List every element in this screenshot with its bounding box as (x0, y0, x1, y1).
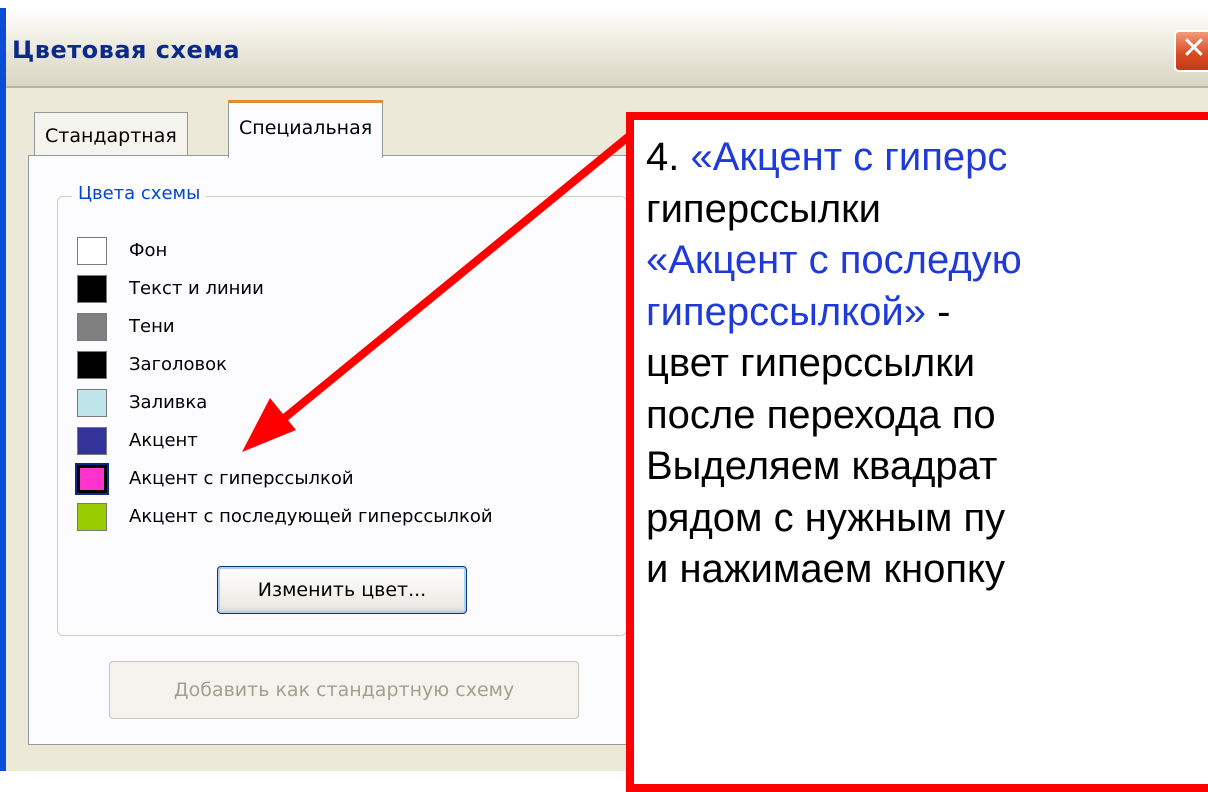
swatch-accent-followed-hyperlink[interactable] (77, 503, 107, 531)
step-number: 4. (646, 135, 691, 179)
callout-line: и нажимаем кнопку (646, 547, 1005, 591)
swatch-title[interactable] (77, 351, 107, 379)
label-accent-followed-hyperlink: Акцент с последующей гиперссылкой (129, 506, 493, 527)
close-button[interactable]: ✕ (1174, 30, 1208, 72)
label-accent: Акцент (129, 430, 198, 451)
swatch-text-lines[interactable] (77, 275, 107, 303)
callout-line: гиперссылкой» - (646, 287, 1208, 339)
callout-line-suffix: - (937, 289, 951, 334)
callout-line-text: «Акцент с гиперс (690, 135, 1008, 179)
tab-panel-special: Цвета схемы Фон Текст и линии Тени Загол… (28, 155, 708, 745)
callout-line: после перехода по (646, 392, 996, 437)
swatch-shadows[interactable] (77, 313, 107, 341)
swatch-background[interactable] (77, 237, 107, 265)
callout-line-text: гиперссылкой» (646, 289, 938, 334)
label-background: Фон (129, 240, 168, 261)
label-fill: Заливка (129, 392, 208, 413)
swatch-accent[interactable] (77, 427, 107, 455)
callout-line: Выделяем квадрат (646, 444, 998, 488)
tab-standard[interactable]: Стандартная (34, 112, 188, 156)
label-shadows: Тени (129, 316, 175, 337)
label-title: Заголовок (129, 354, 228, 375)
tab-special[interactable]: Специальная (228, 100, 384, 158)
callout-line: рядом с нужным пу (646, 495, 1006, 540)
change-color-button[interactable]: Изменить цвет... (217, 566, 467, 614)
callout-text: 4. «Акцент с гиперс гиперссылки «Акцент … (646, 132, 1208, 596)
add-as-standard-button[interactable]: Добавить как стандартную схему (109, 661, 579, 719)
label-text-lines: Текст и линии (129, 278, 264, 299)
callout-line: цвет гиперссылки (646, 341, 976, 385)
dialog-title: Цветовая схема (12, 36, 241, 64)
instruction-callout: 4. «Акцент с гиперс гиперссылки «Акцент … (626, 112, 1208, 792)
title-bar[interactable]: Цветовая схема ✕ (6, 8, 1208, 88)
swatch-accent-hyperlink[interactable] (75, 463, 109, 495)
callout-line: 4. «Акцент с гиперс (646, 132, 1208, 184)
group-title: Цвета схемы (72, 183, 207, 204)
callout-line: гиперссылки (646, 186, 882, 231)
swatch-fill[interactable] (77, 389, 107, 417)
callout-line: «Акцент с последую (646, 238, 1022, 282)
label-accent-hyperlink: Акцент с гиперссылкой (129, 468, 354, 489)
